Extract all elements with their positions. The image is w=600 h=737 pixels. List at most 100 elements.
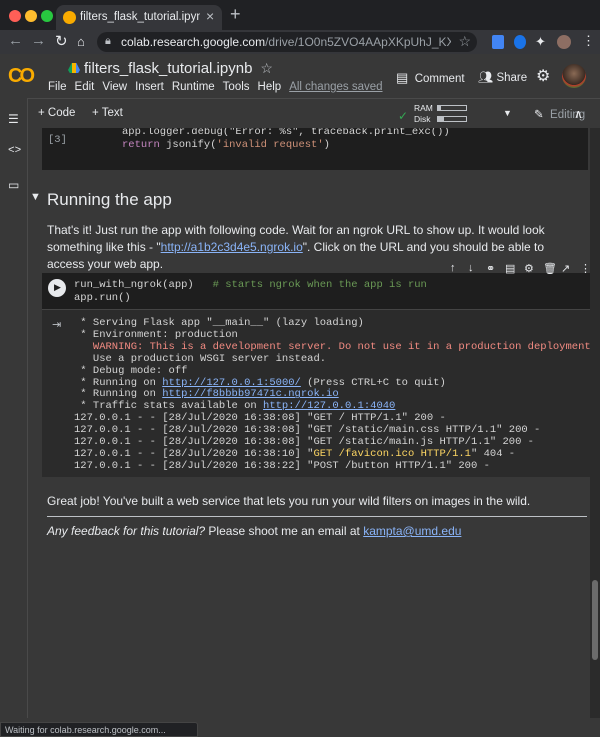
notebook-title[interactable]: filters_flask_tutorial.ipynb [84, 60, 252, 77]
code-cell-run[interactable]: ▶ run_with_ngrok(app) # starts ngrok whe… [42, 262, 590, 309]
cell-output: ⇥ * Serving Flask app "__main__" (lazy l… [42, 309, 590, 477]
add-code-button[interactable]: + Code [38, 107, 75, 119]
scrollbar[interactable] [590, 128, 600, 718]
code-cell-previous[interactable]: [3] app.logger.debug("Error: %s", traceb… [42, 128, 588, 170]
gear-icon[interactable]: ⚙ [536, 66, 550, 86]
output-link[interactable]: http://127.0.0.1:4040 [263, 400, 395, 412]
shield-extension-icon[interactable] [514, 35, 526, 49]
output-text: * Debug mode: off [74, 364, 188, 377]
menu-help[interactable]: Help [258, 81, 282, 93]
add-text-button[interactable]: + Text [92, 107, 123, 119]
bookmark-star-icon[interactable]: ☆ [458, 33, 471, 50]
output-text: WARNING: This is a development server. D… [74, 340, 590, 353]
feedback-italic: Any feedback for this tutorial? [47, 524, 206, 538]
ngrok-example-link[interactable]: http://a1b2c3d4e5.ngrok.io [161, 240, 303, 254]
code-function: jsonify( [159, 139, 217, 151]
run-cell-button[interactable]: ▶ [48, 279, 66, 297]
browser-nav-bar: ← → ↻ ⌂ 🔒︎ colab.research.google.com/dri… [0, 30, 600, 54]
left-sidebar: ☰ <> ▭ [0, 98, 28, 718]
url-host: colab.research.google.com [121, 35, 266, 49]
close-tab-icon[interactable]: × [206, 8, 214, 24]
files-folder-icon[interactable]: ▭ [8, 178, 19, 192]
menu-file[interactable]: File [48, 81, 67, 93]
output-text: Use a production WSGI server instead. [74, 352, 327, 365]
feedback-text: Please shoot me an email at [205, 524, 364, 538]
save-status[interactable]: All changes saved [289, 81, 382, 93]
divider [47, 516, 587, 517]
colab-logo[interactable]: CO [8, 65, 35, 88]
output-text: 127.0.0.1 - - [28/Jul/2020 16:38:10] " [74, 447, 314, 460]
move-up-icon[interactable]: ↑ [450, 262, 456, 274]
browser-menu-icon[interactable]: ⋮ [582, 33, 595, 49]
output-text: 127.0.0.1 - - [28/Jul/2020 16:38:08] "GE… [74, 436, 534, 449]
cell-settings-icon[interactable]: ⚙ [524, 262, 534, 275]
forward-arrow-icon[interactable]: → [31, 32, 46, 49]
browser-tab[interactable]: filters_flask_tutorial.ipynb - Co × [56, 5, 222, 30]
output-text: * Running on [74, 376, 163, 389]
move-down-icon[interactable]: ↓ [468, 262, 474, 274]
colab-favicon-icon [63, 11, 76, 24]
connected-check-icon: ✓ [398, 109, 409, 123]
output-link[interactable]: http://f8bbbb97471c.ngrok.io [162, 388, 338, 400]
output-text: * Traffic stats available on [74, 400, 264, 413]
output-text: * Environment: production [74, 328, 238, 341]
menu-bar: File Edit View Insert Runtime Tools Help All ch… [48, 81, 391, 93]
drive-icon [68, 63, 80, 73]
reload-icon[interactable]: ↻ [55, 32, 68, 50]
output-text: 127.0.0.1 - - [28/Jul/2020 16:38:22] "PO… [74, 459, 490, 472]
minimize-window-button[interactable] [25, 10, 37, 22]
puzzle-extensions-icon[interactable]: ✦ [535, 34, 546, 50]
home-icon[interactable]: ⌂ [77, 34, 85, 49]
collapse-toolbar-icon[interactable]: ∧ [574, 107, 583, 121]
browser-status-bar: Waiting for colab.research.google.com... [0, 722, 198, 737]
play-icon: ▶ [54, 282, 61, 292]
avatar[interactable] [562, 64, 586, 88]
disk-label: Disk [414, 114, 431, 124]
lock-icon: 🔒︎ [105, 35, 111, 47]
code-comment: # starts ngrok when the app is run [212, 279, 427, 291]
browser-tab-bar: filters_flask_tutorial.ipynb - Co × + [0, 0, 600, 30]
comment-cell-icon[interactable]: ▤ [505, 262, 515, 275]
colab-header: CO filters_flask_tutorial.ipynb ☆ File Edi… [0, 54, 600, 98]
menu-tools[interactable]: Tools [223, 81, 250, 93]
mirror-cell-icon[interactable]: ↗ [561, 262, 570, 275]
menu-edit[interactable]: Edit [75, 81, 95, 93]
code-string: 'invalid request' [216, 139, 324, 151]
menu-view[interactable]: View [102, 81, 127, 93]
output-indicator-icon[interactable]: ⇥ [52, 318, 61, 331]
output-text: 127.0.0.1 - - [28/Jul/2020 16:38:08] "GE… [74, 424, 541, 437]
menu-insert[interactable]: Insert [135, 81, 164, 93]
table-of-contents-icon[interactable]: ☰ [8, 112, 19, 126]
code-line: app.logger.debug("Error: %s", traceback.… [122, 128, 450, 138]
output-link[interactable]: http://127.0.0.1:5000/ [162, 377, 301, 389]
share-label: Share [496, 72, 528, 84]
comment-icon: ▤ [396, 70, 409, 85]
share-button[interactable]: 👥︎ Share [478, 70, 527, 84]
link-icon[interactable]: ⚭ [486, 262, 495, 275]
star-icon[interactable]: ☆ [260, 60, 273, 76]
profile-avatar[interactable] [557, 35, 571, 49]
code-punct: ) [323, 139, 330, 151]
zoom-window-button[interactable] [41, 10, 53, 22]
close-window-button[interactable] [9, 10, 21, 22]
delete-cell-icon[interactable]: 🗑︎ [543, 262, 557, 275]
new-tab-icon[interactable]: + [230, 4, 241, 25]
disk-bar-fill [438, 117, 444, 121]
output-line: 127.0.0.1 - - [28/Jul/2020 16:38:22] "PO… [74, 459, 590, 473]
output-text: (Press CTRL+C to quit) [300, 376, 446, 389]
code-snippets-icon[interactable]: <> [8, 145, 21, 157]
back-arrow-icon[interactable]: ← [8, 32, 23, 49]
menu-runtime[interactable]: Runtime [172, 81, 215, 93]
output-text: " 404 - [470, 447, 516, 460]
code-line: run_with_ngrok(app) # starts ngrok when … [74, 279, 427, 291]
disk-bar [437, 116, 467, 122]
collapse-section-icon[interactable]: ▼ [30, 191, 41, 203]
resources-dropdown-icon[interactable]: ▼ [503, 108, 512, 118]
email-link[interactable]: kampta@umd.edu [363, 524, 461, 538]
address-bar[interactable]: 🔒︎ colab.research.google.com/drive/1O0n5… [97, 32, 477, 52]
docs-extension-icon[interactable] [492, 35, 504, 49]
output-text: * Serving Flask app "__main__" (lazy loa… [74, 317, 364, 329]
more-options-icon[interactable]: ⋮ [580, 262, 590, 275]
comment-button[interactable]: ▤ Comment [396, 70, 465, 86]
scrollbar-thumb[interactable] [592, 580, 598, 660]
